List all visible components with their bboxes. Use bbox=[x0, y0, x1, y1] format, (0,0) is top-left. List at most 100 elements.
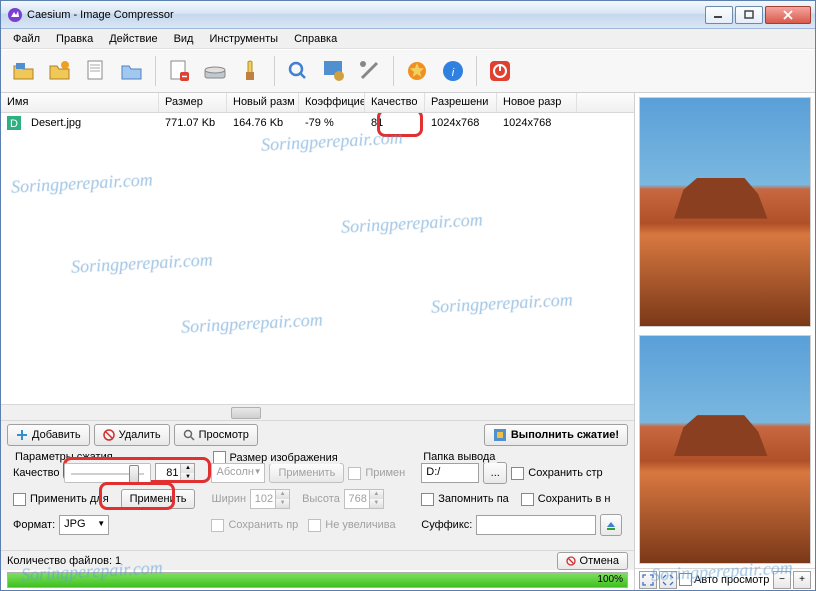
quality-spinner[interactable]: ▲▼ bbox=[155, 463, 195, 483]
cell-res: 1024x768 bbox=[425, 115, 497, 131]
file-list[interactable]: DDesert.jpg 771.07 Kb 164.76 Kb -79 % 81… bbox=[1, 113, 634, 404]
remove-icon[interactable] bbox=[162, 54, 196, 88]
quality-label: Качество bbox=[13, 467, 60, 479]
zoom-in-icon[interactable]: + bbox=[793, 571, 811, 589]
size-apply-checkbox[interactable] bbox=[348, 467, 361, 480]
col-newsize[interactable]: Новый разм bbox=[227, 93, 299, 112]
menu-view[interactable]: Вид bbox=[166, 31, 202, 47]
watermark: Soringperepair.com bbox=[71, 249, 214, 277]
preview-button[interactable]: Просмотр bbox=[174, 424, 258, 446]
action-row: Добавить Удалить Просмотр Выполнить сжат… bbox=[1, 420, 634, 448]
image-settings-icon[interactable] bbox=[317, 54, 351, 88]
format-select[interactable]: JPG bbox=[59, 515, 109, 535]
menu-bar: Файл Правка Действие Вид Инструменты Спр… bbox=[1, 29, 815, 49]
compress-button[interactable]: Выполнить сжатие! bbox=[484, 424, 628, 446]
file-icon: D bbox=[7, 116, 21, 130]
brush-icon[interactable] bbox=[234, 54, 268, 88]
col-newres[interactable]: Новое разр bbox=[497, 93, 577, 112]
remember-checkbox[interactable] bbox=[421, 493, 434, 506]
preview-compressed[interactable] bbox=[639, 335, 811, 565]
save-structure-checkbox[interactable] bbox=[511, 467, 524, 480]
maximize-button[interactable] bbox=[735, 6, 763, 24]
open-folder-sun-icon[interactable] bbox=[43, 54, 77, 88]
size-panel: Размер изображения Абсолн Применить Прим… bbox=[205, 452, 411, 546]
cell-newres: 1024x768 bbox=[497, 115, 577, 131]
drive-icon[interactable] bbox=[198, 54, 232, 88]
progress-bar: 100% bbox=[7, 572, 628, 588]
cell-name: Desert.jpg bbox=[25, 115, 87, 131]
toolbar: i bbox=[1, 49, 815, 93]
suffix-label: Суффикс: bbox=[421, 519, 472, 531]
panel-title: Параметры сжатия bbox=[13, 451, 115, 463]
col-name[interactable]: Имя bbox=[1, 93, 159, 112]
power-icon[interactable] bbox=[483, 54, 517, 88]
close-button[interactable] bbox=[765, 6, 811, 24]
zoom-out-icon[interactable]: − bbox=[773, 571, 791, 589]
quality-input[interactable] bbox=[156, 467, 180, 479]
col-res[interactable]: Разрешени bbox=[425, 93, 497, 112]
actual-size-icon[interactable] bbox=[659, 571, 677, 589]
watermark: Soringperepair.com bbox=[341, 209, 484, 237]
info-icon[interactable]: i bbox=[436, 54, 470, 88]
col-size[interactable]: Размер bbox=[159, 93, 227, 112]
watermark: Soringperepair.com bbox=[431, 289, 574, 317]
search-icon[interactable] bbox=[281, 54, 315, 88]
window-title: Caesium - Image Compressor bbox=[27, 9, 705, 21]
auto-preview-checkbox[interactable] bbox=[679, 573, 692, 586]
cell-size: 771.07 Kb bbox=[159, 115, 227, 131]
panel-title: Папка вывода bbox=[421, 451, 497, 463]
scrollbar-thumb[interactable] bbox=[231, 407, 261, 419]
col-quality[interactable]: Качество bbox=[365, 93, 425, 112]
app-window: Caesium - Image Compressor Файл Правка Д… bbox=[0, 0, 816, 591]
delete-button[interactable]: Удалить bbox=[94, 424, 170, 446]
watermark: Soringperepair.com bbox=[181, 309, 324, 337]
open-file-icon[interactable] bbox=[7, 54, 41, 88]
browse-button[interactable]: ... bbox=[483, 462, 507, 484]
apply-for-checkbox[interactable] bbox=[13, 493, 26, 506]
progress-percent: 100% bbox=[597, 574, 623, 585]
menu-edit[interactable]: Правка bbox=[48, 31, 101, 47]
title-bar[interactable]: Caesium - Image Compressor bbox=[1, 1, 815, 29]
table-row[interactable]: DDesert.jpg 771.07 Kb 164.76 Kb -79 % 81… bbox=[1, 113, 634, 133]
preview-original[interactable] bbox=[639, 97, 811, 327]
menu-tools[interactable]: Инструменты bbox=[201, 31, 286, 47]
folder-icon[interactable] bbox=[115, 54, 149, 88]
svg-text:D: D bbox=[10, 118, 18, 130]
size-apply-button[interactable]: Применить bbox=[269, 463, 344, 483]
output-path-input[interactable]: D:/ bbox=[421, 463, 479, 483]
cell-newsize: 164.76 Kb bbox=[227, 115, 299, 131]
menu-help[interactable]: Справка bbox=[286, 31, 345, 47]
quality-slider[interactable] bbox=[64, 463, 152, 483]
settings-panels: Параметры сжатия Качество ▲▼ Применить д… bbox=[1, 448, 634, 550]
minimize-button[interactable] bbox=[705, 6, 733, 24]
compression-panel: Параметры сжатия Качество ▲▼ Применить д… bbox=[7, 452, 201, 546]
star-icon[interactable] bbox=[400, 54, 434, 88]
cell-ratio: -79 % bbox=[299, 115, 365, 131]
status-bar: Количество файлов: 1 Отмена bbox=[1, 550, 634, 570]
apply-button[interactable]: Применить bbox=[121, 489, 196, 509]
fit-icon[interactable] bbox=[639, 571, 657, 589]
keep-ratio-checkbox[interactable] bbox=[211, 519, 224, 532]
file-count: Количество файлов: 1 bbox=[7, 555, 557, 567]
app-icon bbox=[7, 7, 23, 23]
progress-fill bbox=[8, 573, 627, 587]
document-icon[interactable] bbox=[79, 54, 113, 88]
height-spinner[interactable]: ▲▼ bbox=[344, 489, 384, 509]
width-spinner[interactable]: ▲▼ bbox=[250, 489, 290, 509]
suffix-input[interactable] bbox=[476, 515, 596, 535]
menu-file[interactable]: Файл bbox=[5, 31, 48, 47]
add-button[interactable]: Добавить bbox=[7, 424, 90, 446]
menu-action[interactable]: Действие bbox=[101, 31, 165, 47]
horizontal-scrollbar[interactable] bbox=[1, 404, 634, 420]
mode-select[interactable]: Абсолн bbox=[211, 463, 265, 483]
cancel-button[interactable]: Отмена bbox=[557, 552, 628, 570]
auto-preview-label: Авто просмотр bbox=[694, 574, 771, 586]
suffix-action-button[interactable] bbox=[600, 514, 622, 536]
col-ratio[interactable]: Коэффицие bbox=[299, 93, 365, 112]
save-in-checkbox[interactable] bbox=[521, 493, 534, 506]
format-label: Формат: bbox=[13, 519, 55, 531]
no-enlarge-checkbox[interactable] bbox=[308, 519, 321, 532]
column-headers: Имя Размер Новый разм Коэффицие Качество… bbox=[1, 93, 634, 113]
tools-icon[interactable] bbox=[353, 54, 387, 88]
watermark: Soringperepair.com bbox=[11, 169, 154, 197]
